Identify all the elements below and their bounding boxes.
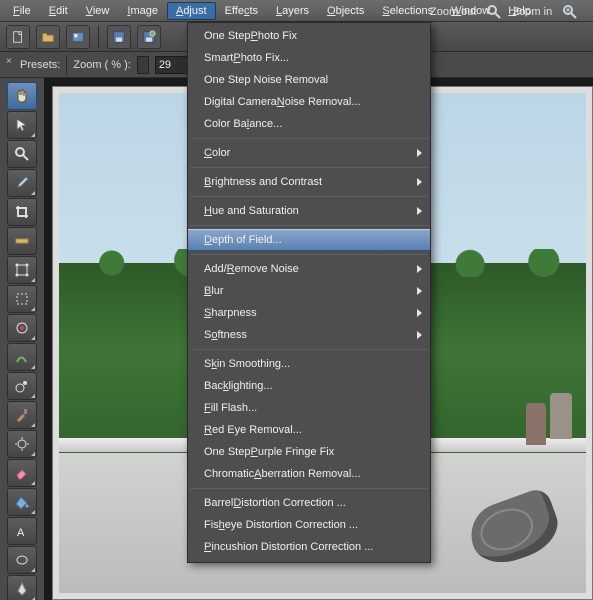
menu-separator bbox=[190, 254, 428, 255]
open-file-button[interactable] bbox=[36, 25, 60, 49]
menuitem-fill-flash[interactable]: Fill Flash... bbox=[188, 397, 430, 419]
flyout-indicator-icon bbox=[31, 191, 35, 195]
flyout-indicator-icon bbox=[31, 481, 35, 485]
menuitem-depth-of-field[interactable]: Depth of Field... bbox=[188, 229, 430, 251]
zoom-in-label[interactable]: Zoom in bbox=[512, 6, 552, 18]
menu-separator bbox=[190, 138, 428, 139]
submenu-arrow-icon bbox=[417, 287, 422, 295]
fill-tool[interactable] bbox=[7, 488, 37, 516]
flyout-indicator-icon bbox=[31, 452, 35, 456]
flyout-indicator-icon bbox=[31, 133, 35, 137]
zoom-out-label[interactable]: Zoom out bbox=[430, 6, 476, 18]
flyout-indicator-icon bbox=[31, 423, 35, 427]
optbar-separator bbox=[66, 55, 67, 75]
menuitem-chromatic-aberration-removal[interactable]: Chromatic Aberration Removal... bbox=[188, 463, 430, 485]
eraser-tool[interactable] bbox=[7, 459, 37, 487]
menuitem-brightness-and-contrast[interactable]: Brightness and Contrast bbox=[188, 171, 430, 193]
menuitem-add-remove-noise[interactable]: Add/Remove Noise bbox=[188, 258, 430, 280]
menuitem-color[interactable]: Color bbox=[188, 142, 430, 164]
deform-tool[interactable] bbox=[7, 256, 37, 284]
flyout-indicator-icon bbox=[31, 394, 35, 398]
menu-image[interactable]: Image bbox=[118, 2, 167, 20]
flyout-indicator-icon bbox=[31, 336, 35, 340]
submenu-arrow-icon bbox=[417, 331, 422, 339]
presets-label: Presets: bbox=[20, 59, 60, 71]
browse-button[interactable] bbox=[66, 25, 90, 49]
menuitem-pincushion-distortion-correction[interactable]: Pincushion Distortion Correction ... bbox=[188, 536, 430, 558]
zoom-spinner-up-down[interactable] bbox=[137, 56, 149, 74]
menu-view[interactable]: View bbox=[77, 2, 119, 20]
menu-edit[interactable]: Edit bbox=[40, 2, 77, 20]
menu-separator bbox=[190, 488, 428, 489]
menuitem-barrel-distortion-correction[interactable]: Barrel Distortion Correction ... bbox=[188, 492, 430, 514]
lighten-tool[interactable] bbox=[7, 430, 37, 458]
menuitem-color-balance[interactable]: Color Balance... bbox=[188, 113, 430, 135]
menuitem-softness[interactable]: Softness bbox=[188, 324, 430, 346]
menuitem-one-step-purple-fringe-fix[interactable]: One Step Purple Fringe Fix bbox=[188, 441, 430, 463]
makeover-tool[interactable] bbox=[7, 343, 37, 371]
app-window: FileEditViewImageAdjustEffectsLayersObje… bbox=[0, 0, 593, 600]
menuitem-red-eye-removal[interactable]: Red Eye Removal... bbox=[188, 419, 430, 441]
menu-objects[interactable]: Objects bbox=[318, 2, 373, 20]
menuitem-one-step-photo-fix[interactable]: One Step Photo Fix bbox=[188, 25, 430, 47]
shape-tool[interactable] bbox=[7, 546, 37, 574]
flyout-indicator-icon bbox=[31, 510, 35, 514]
dropper-tool[interactable] bbox=[7, 169, 37, 197]
clone-tool[interactable] bbox=[7, 372, 37, 400]
menu-adjust[interactable]: Adjust bbox=[167, 2, 216, 20]
menu-separator bbox=[190, 167, 428, 168]
photo-person bbox=[550, 393, 572, 439]
menu-separator bbox=[190, 349, 428, 350]
flyout-indicator-icon bbox=[31, 307, 35, 311]
menuitem-smart-photo-fix[interactable]: Smart Photo Fix... bbox=[188, 47, 430, 69]
pointer-tool[interactable] bbox=[7, 111, 37, 139]
flyout-indicator-icon bbox=[31, 365, 35, 369]
flyout-indicator-icon bbox=[31, 278, 35, 282]
save-as-button[interactable] bbox=[137, 25, 161, 49]
menu-layers[interactable]: Layers bbox=[267, 2, 318, 20]
menuitem-digital-camera-noise-removal[interactable]: Digital Camera Noise Removal... bbox=[188, 91, 430, 113]
submenu-arrow-icon bbox=[417, 149, 422, 157]
crop-tool[interactable] bbox=[7, 198, 37, 226]
menu-effects[interactable]: Effects bbox=[216, 2, 267, 20]
menuitem-fisheye-distortion-correction[interactable]: Fisheye Distortion Correction ... bbox=[188, 514, 430, 536]
paintbrush-tool[interactable] bbox=[7, 401, 37, 429]
new-file-button[interactable] bbox=[6, 25, 30, 49]
menu-separator bbox=[190, 196, 428, 197]
menu-separator bbox=[190, 225, 428, 226]
menuitem-skin-smoothing[interactable]: Skin Smoothing... bbox=[188, 353, 430, 375]
adjust-menu-dropdown: One Step Photo FixSmart Photo Fix...One … bbox=[187, 22, 431, 563]
selection-tool[interactable] bbox=[7, 285, 37, 313]
panel-close-icon[interactable]: × bbox=[6, 56, 12, 67]
menuitem-hue-and-saturation[interactable]: Hue and Saturation bbox=[188, 200, 430, 222]
toolbar-right: Zoom out Zoom in bbox=[430, 4, 578, 20]
pan-tool[interactable] bbox=[7, 82, 37, 110]
photo-person bbox=[526, 403, 546, 445]
menuitem-backlighting[interactable]: Backlighting... bbox=[188, 375, 430, 397]
zoom-in-icon[interactable] bbox=[562, 4, 578, 20]
magnifier-icon[interactable] bbox=[486, 4, 502, 20]
save-button[interactable] bbox=[107, 25, 131, 49]
straighten-tool[interactable] bbox=[7, 227, 37, 255]
svg-text:A: A bbox=[17, 527, 25, 539]
submenu-arrow-icon bbox=[417, 309, 422, 317]
submenu-arrow-icon bbox=[417, 207, 422, 215]
toolbar-separator bbox=[98, 26, 99, 48]
text-tool[interactable]: A bbox=[7, 517, 37, 545]
menu-file[interactable]: File bbox=[4, 2, 40, 20]
submenu-arrow-icon bbox=[417, 178, 422, 186]
zoom-tool[interactable] bbox=[7, 140, 37, 168]
menuitem-blur[interactable]: Blur bbox=[188, 280, 430, 302]
menuitem-one-step-noise-removal[interactable]: One Step Noise Removal bbox=[188, 69, 430, 91]
red-eye-tool[interactable] bbox=[7, 314, 37, 342]
zoom-percent-label: Zoom ( % ): bbox=[73, 59, 130, 71]
pen-tool[interactable] bbox=[7, 575, 37, 600]
menuitem-sharpness[interactable]: Sharpness bbox=[188, 302, 430, 324]
submenu-arrow-icon bbox=[417, 265, 422, 273]
tool-palette: A bbox=[4, 82, 42, 600]
flyout-indicator-icon bbox=[31, 568, 35, 572]
